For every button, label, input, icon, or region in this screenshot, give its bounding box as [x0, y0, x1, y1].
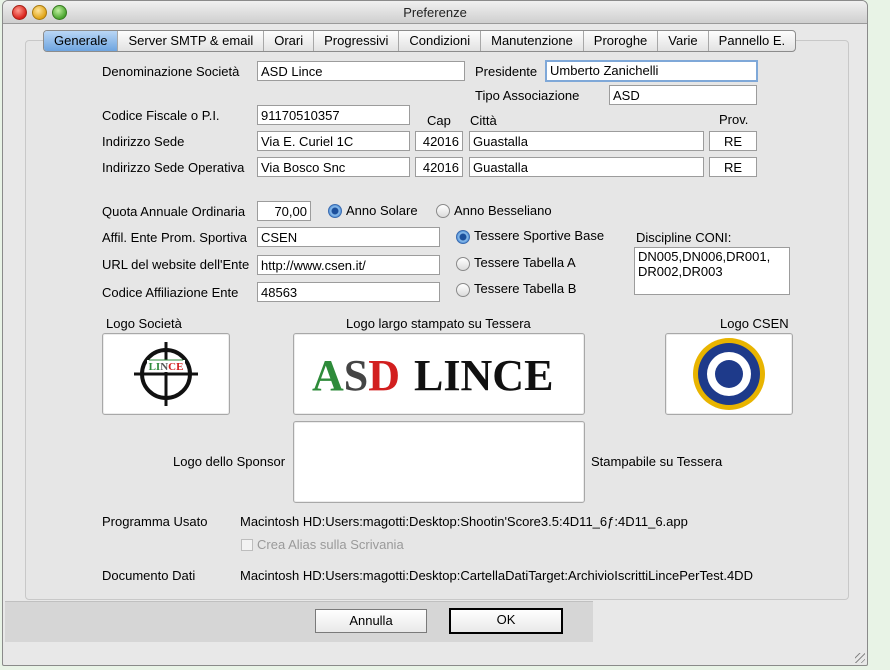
title-bar[interactable]: Preferenze — [3, 1, 867, 24]
affil-ente-field[interactable]: CSEN — [257, 227, 440, 247]
crea-alias-label: Crea Alias sulla Scrivania — [257, 537, 404, 552]
quota-field[interactable]: 70,00 — [257, 201, 311, 221]
tab-orari[interactable]: Orari — [264, 31, 315, 51]
affil-ente-label: Affil. Ente Prom. Sportiva — [102, 230, 247, 245]
logo-sponsor-image[interactable] — [293, 421, 585, 503]
programma-usato-path: Macintosh HD:Users:magotti:Desktop:Shoot… — [240, 514, 688, 529]
quota-label: Quota Annuale Ordinaria — [102, 204, 246, 219]
tab-manutenzione[interactable]: Manutenzione — [481, 31, 584, 51]
codice-affiliazione-field[interactable]: 48563 — [257, 282, 440, 302]
denominazione-field[interactable]: ASD Lince — [257, 61, 465, 81]
citta-sede-field[interactable]: Guastalla — [469, 131, 704, 151]
tessere-b-radio[interactable] — [456, 283, 470, 297]
logo-csen-image[interactable] — [665, 333, 793, 415]
tipo-associazione-label: Tipo Associazione — [475, 88, 580, 103]
prov-sede-field[interactable]: RE — [709, 131, 757, 151]
tab-proroghe[interactable]: Proroghe — [584, 31, 659, 51]
annulla-button[interactable]: Annulla — [315, 609, 427, 633]
logo-societa-image[interactable]: LINCE — [102, 333, 230, 415]
presidente-label: Presidente — [475, 64, 538, 79]
indirizzo-operativa-field[interactable]: Via Bosco Snc — [257, 157, 410, 177]
tab-bar: Generale Server SMTP & email Orari Progr… — [43, 30, 797, 52]
logo-csen-label: Logo CSEN — [720, 316, 789, 331]
preferences-window: Preferenze Generale Server SMTP & email … — [2, 0, 868, 666]
citta-column-label: Città — [470, 113, 497, 128]
ok-button[interactable]: OK — [449, 608, 563, 634]
indirizzo-sede-label: Indirizzo Sede — [102, 134, 185, 149]
logo-sponsor-label: Logo dello Sponsor — [173, 454, 286, 469]
tab-varie[interactable]: Varie — [658, 31, 709, 51]
resize-grip[interactable] — [855, 653, 865, 663]
url-website-label: URL del website dell'Ente — [102, 257, 250, 272]
anno-solare-radio[interactable] — [328, 204, 342, 218]
indirizzo-operativa-label: Indirizzo Sede Operativa — [102, 160, 245, 175]
url-website-field[interactable]: http://www.csen.it/ — [257, 255, 440, 275]
citta-operativa-field[interactable]: Guastalla — [469, 157, 704, 177]
codice-fiscale-label: Codice Fiscale o P.I. — [102, 108, 220, 123]
logo-societa-label: Logo Società — [106, 316, 182, 331]
tab-server-smtp[interactable]: Server SMTP & email — [118, 31, 265, 51]
denominazione-label: Denominazione Società — [102, 64, 240, 79]
discipline-coni-label: Discipline CONI: — [636, 230, 732, 245]
discipline-coni-field[interactable]: DN005,DN006,DR001, DR002,DR003 — [634, 247, 790, 295]
discipline-line-1: DN005,DN006,DR001, — [638, 249, 771, 264]
prov-operativa-field[interactable]: RE — [709, 157, 757, 177]
documento-dati-path: Macintosh HD:Users:magotti:Desktop:Carte… — [240, 568, 753, 583]
csen-seal-logo — [693, 338, 765, 410]
programma-usato-label: Programma Usato — [102, 514, 208, 529]
logo-largo-label: Logo largo stampato su Tessera — [346, 316, 531, 331]
window-title: Preferenze — [403, 5, 467, 20]
lince-crosshair-logo: LINCE — [134, 342, 198, 406]
asd-lince-banner: ASD LINCE — [312, 351, 553, 400]
tab-pannello-e[interactable]: Pannello E. — [709, 31, 795, 51]
discipline-line-2: DR002,DR003 — [638, 264, 723, 279]
indirizzo-sede-field[interactable]: Via E. Curiel 1C — [257, 131, 410, 151]
tab-progressivi[interactable]: Progressivi — [314, 31, 400, 51]
documento-dati-label: Documento Dati — [102, 568, 196, 583]
presidente-field[interactable]: Umberto Zanichelli — [545, 60, 758, 82]
anno-besseliano-label: Anno Besseliano — [454, 203, 552, 218]
prov-column-label: Prov. — [719, 112, 749, 127]
crea-alias-checkbox[interactable] — [241, 539, 253, 551]
tessere-base-label: Tessere Sportive Base — [474, 228, 605, 243]
tab-condizioni[interactable]: Condizioni — [399, 31, 482, 51]
cap-sede-field[interactable]: 42016 — [415, 131, 463, 151]
tessere-base-radio[interactable] — [456, 230, 470, 244]
codice-fiscale-field[interactable]: 91170510357 — [257, 105, 410, 125]
tab-generale[interactable]: Generale — [44, 31, 119, 51]
lince-badge-text: LINCE — [149, 361, 184, 373]
anno-besseliano-radio[interactable] — [436, 204, 450, 218]
tessere-b-label: Tessere Tabella B — [474, 281, 577, 296]
tessere-a-radio[interactable] — [456, 257, 470, 271]
cap-operativa-field[interactable]: 42016 — [415, 157, 463, 177]
banner-text: ASD LINCE — [312, 351, 553, 400]
tessere-a-label: Tessere Tabella A — [474, 255, 576, 270]
codice-affiliazione-label: Codice Affiliazione Ente — [102, 285, 239, 300]
logo-largo-image[interactable]: ASD LINCE — [293, 333, 585, 415]
stampabile-label: Stampabile su Tessera — [591, 454, 723, 469]
cap-column-label: Cap — [427, 113, 451, 128]
tipo-associazione-field[interactable]: ASD — [609, 85, 757, 105]
anno-solare-label: Anno Solare — [346, 203, 418, 218]
